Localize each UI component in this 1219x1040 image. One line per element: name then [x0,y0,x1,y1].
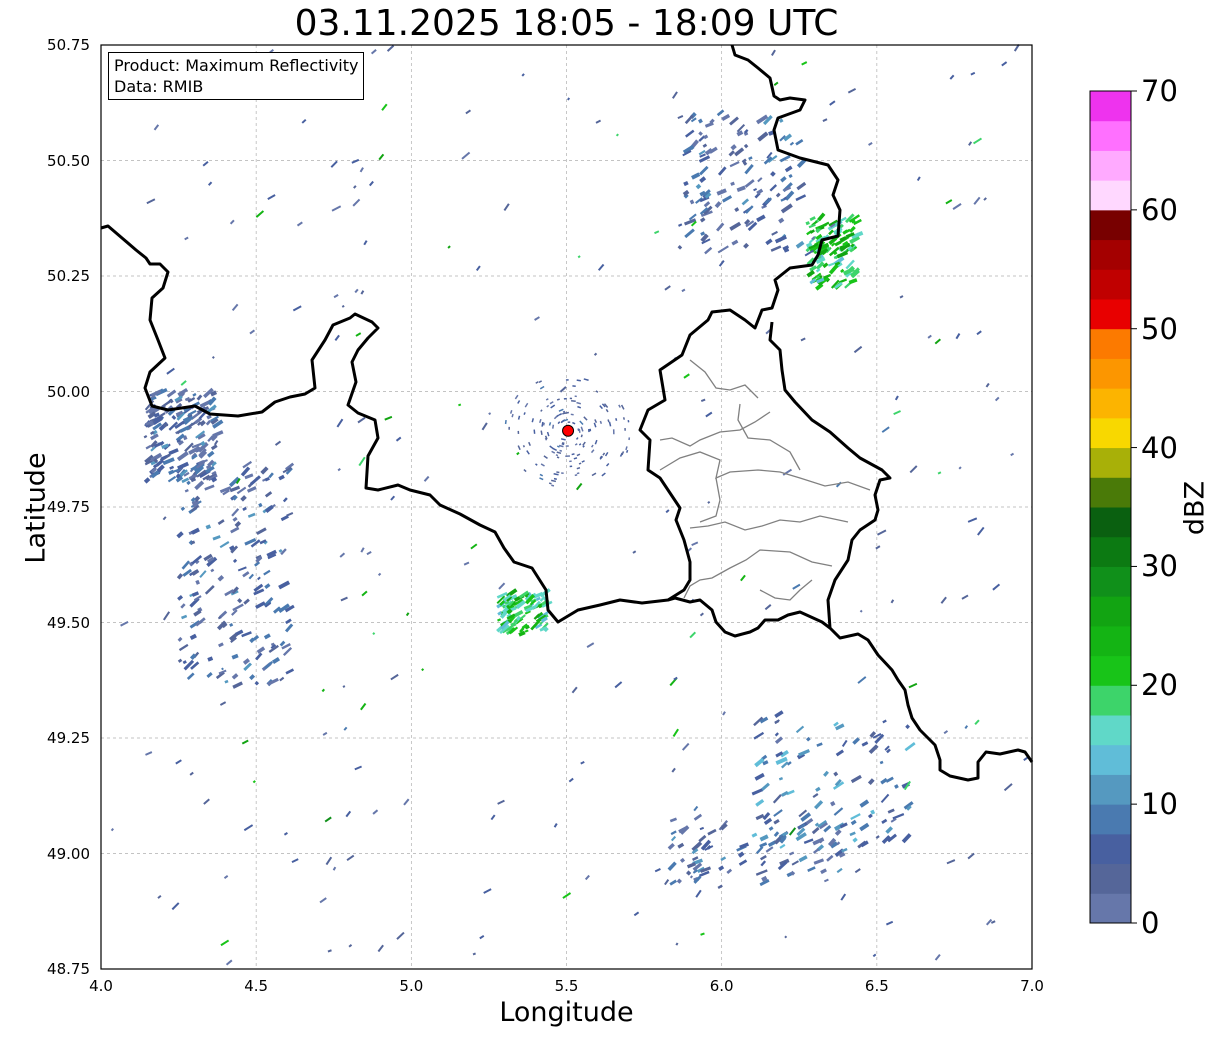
echo-cell [572,385,576,387]
y-tick-label: 49.50 [47,613,90,632]
x-tick-label: 5.5 [554,977,579,995]
data-source-label: Data: RMIB [114,77,204,96]
y-axis-label: Latitude [20,452,52,564]
colorbar-bin [1090,596,1131,627]
colorbar-bin [1090,685,1131,716]
colorbar-tick-label: 40 [1141,430,1178,465]
x-axis-label: Longitude [499,997,634,1028]
echo-cell [567,421,571,423]
colorbar-tick-label: 10 [1141,787,1178,822]
colorbar-bin [1090,625,1131,657]
x-tick-label: 6.5 [864,977,889,995]
colorbar-bin [1090,417,1131,449]
product-label: Product: Maximum Reflectivity [114,56,359,75]
x-tick-label: 6.0 [709,977,734,995]
colorbar-bin [1090,269,1131,300]
radar-site-marker [562,424,575,437]
colorbar-bin [1090,833,1131,865]
echo-cell [565,379,569,381]
colorbar-bin [1090,715,1131,746]
echo-cell [508,426,510,430]
y-tick-label: 48.75 [47,960,90,978]
colorbar-bin [1090,536,1131,567]
colorbar-tick-label: 50 [1141,311,1178,346]
colorbar-bin [1090,209,1131,241]
echo-cell [569,465,573,468]
y-tick-label: 50.00 [47,382,90,401]
colorbar-bin [1090,388,1131,419]
colorbar-bin [1090,863,1131,894]
colorbar-bin [1090,328,1131,359]
colorbar-bin [1090,507,1131,538]
echo-cell [628,437,631,441]
colorbar-bin [1090,150,1131,181]
x-tick-label: 4.0 [89,977,113,995]
colorbar-bin [1090,477,1131,508]
y-tick-label: 50.75 [47,36,90,54]
colorbar-tick-label: 0 [1141,906,1160,940]
x-tick-label: 5.0 [399,977,424,995]
echo-cell [565,455,570,458]
colorbar-bin [1090,239,1131,270]
colorbar-tick-label: 60 [1141,192,1178,227]
echo-cell [588,429,590,433]
radar-map [100,44,1137,970]
echo-cell [565,445,569,447]
colorbar-bin [1090,299,1131,330]
y-tick-label: 49.25 [47,729,90,747]
colorbar-bin [1090,91,1131,122]
colorbar-bin [1090,893,1131,924]
colorbar-bin [1090,120,1131,151]
echo-cell [569,460,572,463]
colorbar-tick-label: 20 [1141,668,1178,703]
product-info-box: Product: Maximum Reflectivity Data: RMIB [108,52,365,100]
echo-cell [517,430,520,435]
colorbar [1089,90,1137,924]
echo-cell [612,429,615,435]
colorbar-bin [1090,566,1131,597]
colorbar-bin [1090,180,1131,211]
colorbar-bin [1090,774,1131,805]
x-tick-label: 4.5 [244,977,269,995]
y-tick-label: 49.00 [47,844,90,863]
echo-cell [569,397,573,400]
colorbar-bin [1090,358,1131,389]
x-tick-label: 7.0 [1020,977,1044,995]
colorbar-tick-label: 70 [1141,74,1178,108]
colorbar-bin [1090,655,1131,686]
colorbar-bin [1090,447,1131,478]
echo-cell [561,472,564,475]
colorbar-bin [1090,744,1131,775]
y-tick-label: 50.50 [47,151,90,170]
colorbar-bin [1090,804,1131,835]
colorbar-tick-label: 30 [1141,549,1178,584]
colorbar-label: dBZ [1179,480,1211,536]
plot-area [100,44,1034,970]
echo-cell [624,427,626,431]
y-tick-label: 50.25 [47,267,90,285]
